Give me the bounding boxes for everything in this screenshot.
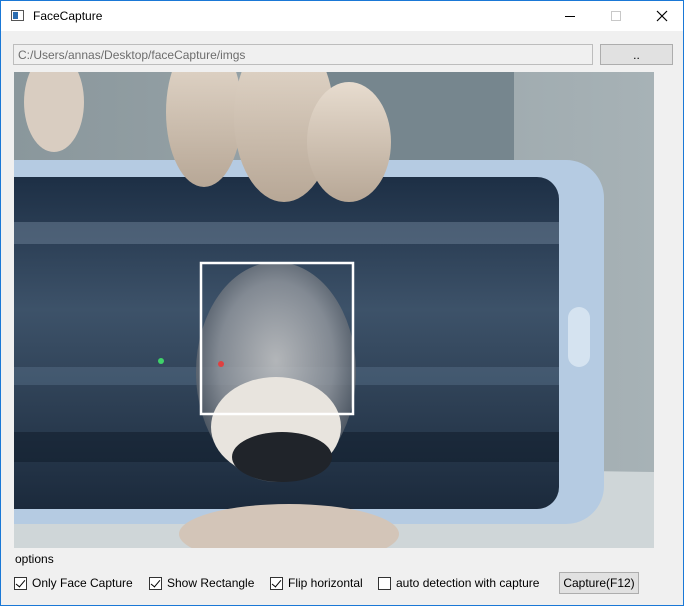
app-icon bbox=[11, 10, 24, 21]
close-icon bbox=[656, 10, 668, 22]
only-face-capture-option[interactable]: Only Face Capture bbox=[14, 575, 133, 591]
auto-detection-checkbox[interactable] bbox=[378, 576, 391, 590]
close-button[interactable] bbox=[639, 1, 684, 31]
show-rectangle-checkbox[interactable] bbox=[149, 576, 162, 590]
auto-detection-option[interactable]: auto detection with capture bbox=[378, 575, 539, 591]
maximize-button[interactable] bbox=[593, 1, 639, 31]
only-face-capture-checkbox[interactable] bbox=[14, 576, 27, 590]
app-window: FaceCapture .. bbox=[0, 0, 684, 606]
auto-detection-label: auto detection with capture bbox=[396, 576, 540, 590]
minimize-button[interactable] bbox=[547, 1, 593, 31]
options-label: options bbox=[15, 552, 54, 566]
flip-horizontal-checkbox[interactable] bbox=[270, 576, 283, 590]
show-rectangle-label: Show Rectangle bbox=[167, 576, 255, 590]
maximize-icon bbox=[611, 11, 621, 21]
camera-preview bbox=[14, 72, 654, 548]
window-title: FaceCapture bbox=[33, 9, 103, 23]
capture-button[interactable]: Capture(F12) bbox=[559, 572, 639, 594]
show-rectangle-option[interactable]: Show Rectangle bbox=[149, 575, 254, 591]
save-path-field[interactable] bbox=[13, 44, 593, 65]
title-bar[interactable]: FaceCapture bbox=[1, 1, 683, 31]
only-face-capture-label: Only Face Capture bbox=[32, 576, 133, 590]
minimize-icon bbox=[565, 15, 575, 17]
flip-horizontal-option[interactable]: Flip horizontal bbox=[270, 575, 363, 591]
browse-button[interactable]: .. bbox=[600, 44, 673, 65]
flip-horizontal-label: Flip horizontal bbox=[288, 576, 363, 590]
camera-frame-image bbox=[14, 72, 654, 548]
